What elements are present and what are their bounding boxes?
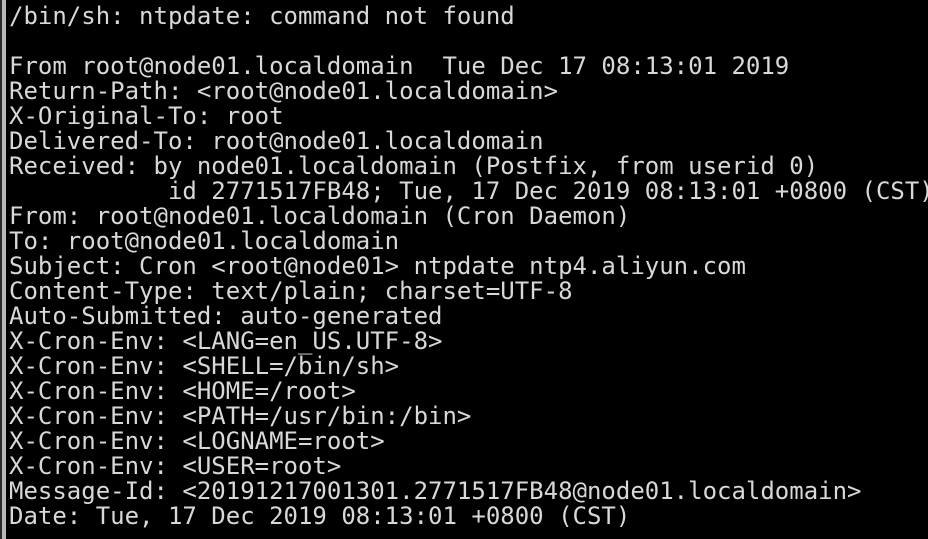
- output-line-message-id: Message-Id: <20191217001301.2771517FB48@…: [9, 477, 862, 505]
- output-line-cron-env-user: X-Cron-Env: <USER=root>: [9, 452, 342, 480]
- output-line-received: Received: by node01.localdomain (Postfix…: [9, 152, 819, 180]
- terminal-window[interactable]: /bin/sh: ntpdate: command not found From …: [0, 0, 928, 539]
- output-line-return-path: Return-Path: <root@node01.localdomain>: [9, 77, 559, 105]
- output-line-received-id: id 2771517FB48; Tue, 17 Dec 2019 08:13:0…: [9, 177, 928, 205]
- terminal-scrollbar-gutter[interactable]: [0, 0, 7, 539]
- output-line-auto-submitted: Auto-Submitted: auto-generated: [9, 302, 443, 330]
- output-line-subject: Subject: Cron <root@node01> ntpdate ntp4…: [9, 252, 746, 280]
- output-line-delivered-to: Delivered-To: root@node01.localdomain: [9, 127, 544, 155]
- output-line-from-header: From: root@node01.localdomain (Cron Daem…: [9, 202, 631, 230]
- output-line-cron-env-home: X-Cron-Env: <HOME=/root>: [9, 377, 356, 405]
- output-line-from-envelope: From root@node01.localdomain Tue Dec 17 …: [9, 52, 790, 80]
- output-line-x-original-to: X-Original-To: root: [9, 102, 284, 130]
- output-line-blank: [9, 29, 928, 54]
- output-line-content-type: Content-Type: text/plain; charset=UTF-8: [9, 277, 573, 305]
- output-line-cron-env-logname: X-Cron-Env: <LOGNAME=root>: [9, 427, 385, 455]
- output-line-date: Date: Tue, 17 Dec 2019 08:13:01 +0800 (C…: [9, 502, 631, 530]
- output-line-to-header: To: root@node01.localdomain: [9, 227, 400, 255]
- output-line-cron-env-path: X-Cron-Env: <PATH=/usr/bin:/bin>: [9, 402, 472, 430]
- output-line-cron-env-lang: X-Cron-Env: <LANG=en_US.UTF-8>: [9, 327, 443, 355]
- output-line-cron-env-shell: X-Cron-Env: <SHELL=/bin/sh>: [9, 352, 400, 380]
- terminal-output-area[interactable]: /bin/sh: ntpdate: command not found From …: [9, 4, 928, 529]
- output-line-error: /bin/sh: ntpdate: command not found: [9, 2, 515, 30]
